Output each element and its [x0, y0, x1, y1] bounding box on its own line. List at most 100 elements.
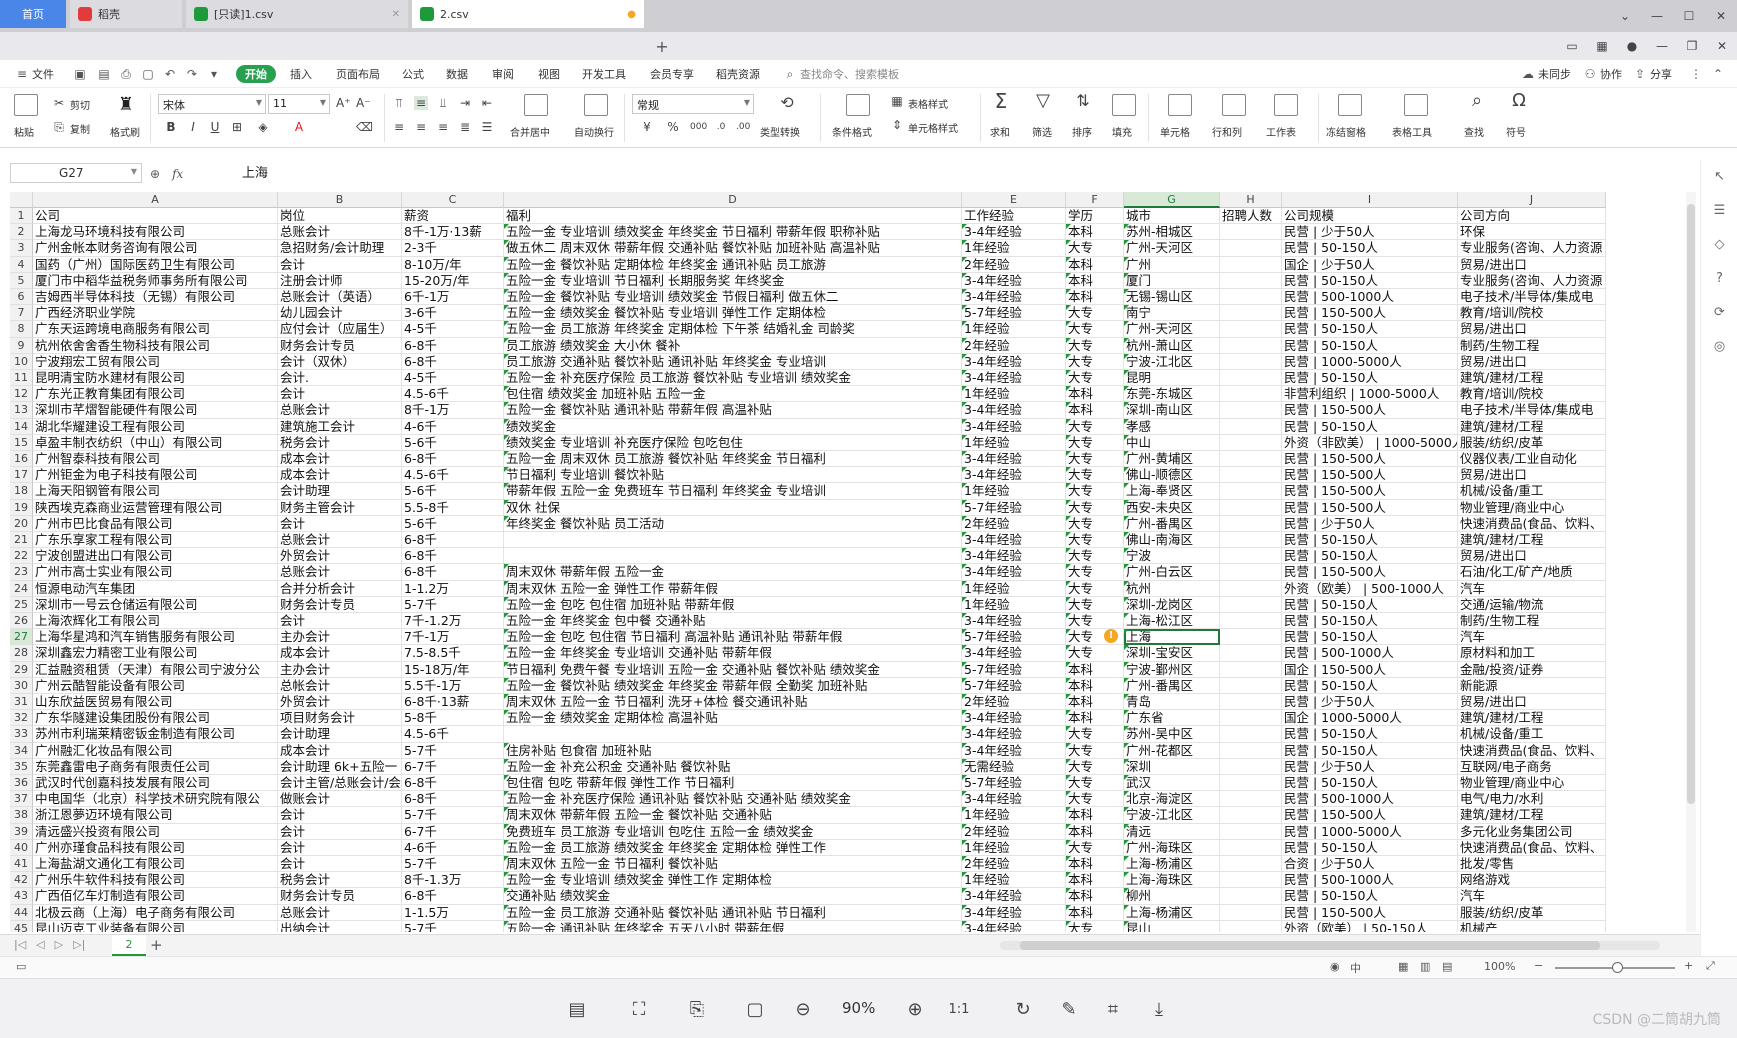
table-cell[interactable]: [1220, 289, 1282, 306]
table-cell[interactable]: 服装/纺织/皮革: [1458, 434, 1606, 451]
table-cell[interactable]: 节日福利 免费午餐 专业培训 五险一金 交通补贴 餐饮补贴 绩效奖金: [504, 661, 962, 678]
actual-size-icon[interactable]: ▢: [742, 997, 768, 1021]
table-cell[interactable]: 大专: [1066, 548, 1124, 565]
save-icon[interactable]: ▣: [72, 66, 88, 82]
table-cell[interactable]: 1年经验: [962, 321, 1066, 338]
ocr-icon[interactable]: ⎘: [684, 997, 710, 1021]
zoom-out-icon[interactable]: ⊖: [790, 997, 816, 1021]
table-cell[interactable]: 民营 | 50-150人: [1282, 418, 1458, 435]
table-cell[interactable]: 合资 | 少于50人: [1282, 856, 1458, 873]
table-cell[interactable]: 广州-花都区: [1124, 742, 1220, 759]
undo-icon[interactable]: ↶: [162, 66, 178, 82]
table-cell[interactable]: 6-8千: [402, 532, 504, 549]
properties-icon[interactable]: ☰: [1701, 194, 1737, 228]
table-cell[interactable]: 宁波-鄞州区: [1124, 661, 1220, 678]
align-middle-icon[interactable]: ≡: [414, 96, 428, 110]
table-cell[interactable]: 注册会计师: [278, 272, 402, 289]
table-cell[interactable]: 贸易/进出口: [1458, 353, 1606, 370]
table-cell[interactable]: 8-10万/年: [402, 256, 504, 273]
worksheet-button[interactable]: 工作表: [1266, 124, 1296, 139]
table-cell[interactable]: 广州融汇化妆品有限公司: [33, 742, 278, 759]
table-cell[interactable]: 苏州市利瑞莱精密钣金制造有限公司: [33, 726, 278, 743]
table-cell[interactable]: 汽车: [1458, 629, 1606, 646]
table-cell[interactable]: [504, 548, 962, 565]
table-cell[interactable]: 广东华隧建设集团股份有限公司: [33, 710, 278, 727]
table-cell[interactable]: 国企 | 1000-5000人: [1282, 710, 1458, 727]
table-cell[interactable]: 大专: [1066, 321, 1124, 338]
table-cell[interactable]: 会计助理: [278, 726, 402, 743]
crop-icon[interactable]: ⌗: [1100, 997, 1126, 1021]
outdent-icon[interactable]: ⇤: [480, 96, 494, 110]
table-cell[interactable]: 民营 | 50-150人: [1282, 272, 1458, 289]
row-header[interactable]: 22: [10, 548, 33, 565]
table-cell[interactable]: 3-4年经验: [962, 726, 1066, 743]
table-cell[interactable]: 广州亦瑾食品科技有限公司: [33, 839, 278, 856]
table-cell[interactable]: 5.5-8千: [402, 499, 504, 516]
table-cell[interactable]: 本科: [1066, 694, 1124, 711]
freeze-panes-button[interactable]: 冻结窗格: [1326, 124, 1366, 139]
table-cell[interactable]: 5-7年经验: [962, 629, 1066, 646]
table-cell[interactable]: [1220, 305, 1282, 322]
table-cell[interactable]: 会计: [278, 256, 402, 273]
menu-formula[interactable]: 公式: [402, 65, 424, 83]
table-cell[interactable]: 3-4年经验: [962, 710, 1066, 727]
table-cell[interactable]: 大专: [1066, 499, 1124, 516]
table-cell[interactable]: 广州-白云区: [1124, 564, 1220, 581]
table-cell[interactable]: 物业管理/商业中心: [1458, 499, 1606, 516]
menu-start[interactable]: 开始: [236, 65, 276, 83]
table-cell[interactable]: 广州钜金为电子科技有限公司: [33, 467, 278, 484]
table-cell[interactable]: 3-4年经验: [962, 272, 1066, 289]
table-cell[interactable]: 财务会计专员: [278, 596, 402, 613]
table-cell[interactable]: 成本会计: [278, 467, 402, 484]
column-header[interactable]: C: [402, 192, 504, 208]
table-cell[interactable]: 民营 | 1000-5000人: [1282, 353, 1458, 370]
table-cell[interactable]: 电气/电力/水利: [1458, 791, 1606, 808]
unsynced-button[interactable]: 未同步: [1538, 65, 1571, 83]
table-cell[interactable]: [1220, 337, 1282, 354]
table-cell[interactable]: 环保: [1458, 224, 1606, 241]
table-cell[interactable]: 五险一金 餐饮补贴 通讯补贴 带薪年假 高温补贴: [504, 402, 962, 419]
table-cell[interactable]: [1220, 418, 1282, 435]
table-cell[interactable]: 大专: [1066, 370, 1124, 387]
table-cell[interactable]: 建筑/建材/工程: [1458, 807, 1606, 824]
table-cell[interactable]: 会计助理 6k+五险一: [278, 758, 402, 775]
table-cell[interactable]: 税务会计: [278, 872, 402, 889]
table-cell[interactable]: 民营 | 少于50人: [1282, 694, 1458, 711]
row-header[interactable]: 10: [10, 353, 33, 370]
table-cell[interactable]: [1220, 710, 1282, 727]
table-cell[interactable]: 5-7千: [402, 742, 504, 759]
table-cell[interactable]: 6-8千: [402, 888, 504, 905]
row-header[interactable]: 15: [10, 434, 33, 451]
table-cell[interactable]: 3-4年经验: [962, 920, 1066, 932]
row-header[interactable]: 43: [10, 888, 33, 905]
table-cell[interactable]: 本科: [1066, 661, 1124, 678]
table-cell[interactable]: 总账会计: [278, 402, 402, 419]
table-cell[interactable]: 3-4年经验: [962, 370, 1066, 387]
table-cell[interactable]: 无需经验: [962, 758, 1066, 775]
table-cell[interactable]: 3-4年经验: [962, 888, 1066, 905]
table-cell[interactable]: 周末双休 五险一金 弹性工作 带薪年假: [504, 580, 962, 597]
table-cell[interactable]: 佛山-南海区: [1124, 532, 1220, 549]
sheet-tab[interactable]: 2: [112, 935, 146, 956]
row-header[interactable]: 5: [10, 272, 33, 289]
table-cell[interactable]: 厦门: [1124, 272, 1220, 289]
table-cell[interactable]: 外贸会计: [278, 548, 402, 565]
zoom-slider-knob[interactable]: [1612, 962, 1623, 973]
table-cell[interactable]: 本科: [1066, 872, 1124, 889]
table-cell[interactable]: 东莞鑫雷电子商务有限责任公司: [33, 758, 278, 775]
table-cell[interactable]: 3-4年经验: [962, 532, 1066, 549]
table-cell[interactable]: 民营 | 50-150人: [1282, 240, 1458, 257]
tab-home[interactable]: 首页: [0, 0, 66, 28]
table-cell[interactable]: 做账会计: [278, 791, 402, 808]
table-cell[interactable]: 广东光正教育集团有限公司: [33, 386, 278, 403]
table-cell[interactable]: 汇益融资租赁（天津）有限公司宁波分公: [33, 661, 278, 678]
underline-icon[interactable]: U: [208, 120, 222, 134]
table-cell[interactable]: 贸易/进出口: [1458, 548, 1606, 565]
table-cell[interactable]: 民营 | 少于50人: [1282, 758, 1458, 775]
table-cell[interactable]: 上海盐湖文通化工有限公司: [33, 856, 278, 873]
align-bottom-icon[interactable]: ⫫: [436, 96, 450, 110]
formula-input[interactable]: 上海: [242, 164, 268, 184]
table-cell[interactable]: 会计: [278, 613, 402, 630]
table-cell[interactable]: 大专: [1066, 726, 1124, 743]
table-cell[interactable]: [1220, 775, 1282, 792]
